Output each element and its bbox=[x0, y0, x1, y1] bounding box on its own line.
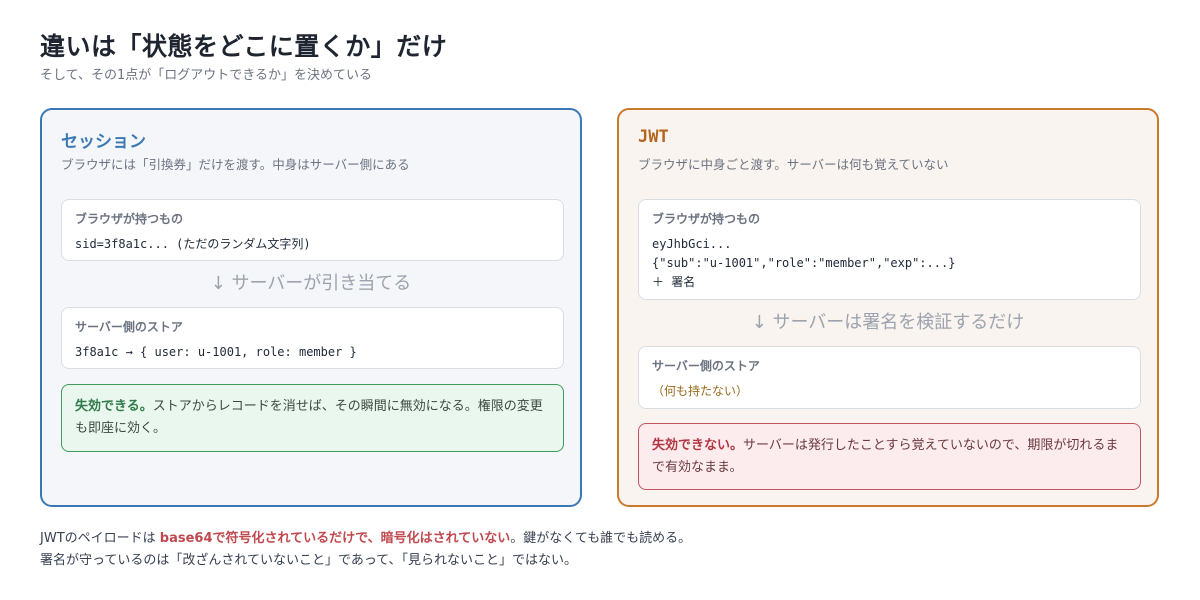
session-panel: セッション ブラウザには「引換券」だけを渡す。中身はサーバー側にある ブラウザが… bbox=[40, 108, 582, 507]
session-arrow: ↓ サーバーが引き当てる bbox=[210, 273, 412, 294]
footer-line1-b: 。鍵がなくても誰でも読める。 bbox=[510, 531, 692, 546]
jwt-panel: JWT ブラウザに中身ごと渡す。サーバーは何も覚えていない ブラウザが持つもの … bbox=[617, 108, 1159, 507]
footer-line-2: 署名が守っているのは「改ざんされていないこと」であって、「見られないこと」ではな… bbox=[40, 553, 578, 568]
jwt-note-strong: 失効できない。 bbox=[652, 438, 744, 453]
jwt-browser-box: ブラウザが持つもの eyJhbGci... {"sub":"u-1001","r… bbox=[638, 199, 1141, 300]
session-note-strong: 失効できる。 bbox=[75, 399, 153, 414]
jwt-irrevocable-note: 失効できない。サーバーは発行したことすら覚えていないので、期限が切れるまで有効な… bbox=[638, 423, 1141, 490]
jwt-token-signature: ＋ 署名 bbox=[652, 275, 696, 289]
session-store-box: サーバー側のストア 3f8a1c → { user: u-1001, role:… bbox=[61, 307, 564, 369]
jwt-browser-label: ブラウザが持つもの bbox=[652, 212, 761, 226]
session-title: セッション bbox=[61, 132, 146, 152]
jwt-arrow: ↓ サーバーは署名を検証するだけ bbox=[751, 312, 1025, 333]
jwt-store-label: サーバー側のストア bbox=[652, 359, 760, 373]
session-browser-box: ブラウザが持つもの sid=3f8a1c... (ただのランダム文字列) bbox=[61, 199, 564, 261]
jwt-token-header: eyJhbGci... bbox=[652, 237, 732, 251]
footer-emphasis: base64で符号化されているだけで、暗号化はされていない bbox=[159, 531, 511, 546]
jwt-title: JWT bbox=[638, 127, 669, 147]
session-revocable-note: 失効できる。ストアからレコードを消せば、その瞬間に無効になる。権限の変更も即座に… bbox=[61, 384, 564, 452]
page-title: 違いは「状態をどこに置くか」だけ bbox=[40, 32, 448, 61]
session-store-value: 3f8a1c → { user: u-1001, role: member } bbox=[75, 345, 357, 359]
footer-line-1: JWTのペイロードは base64で符号化されているだけで、暗号化はされていない… bbox=[40, 528, 691, 550]
session-browser-label: ブラウザが持つもの bbox=[75, 212, 184, 226]
jwt-store-value: （何も持たない） bbox=[652, 384, 749, 398]
jwt-description: ブラウザに中身ごと渡す。サーバーは何も覚えていない bbox=[638, 157, 949, 172]
session-description: ブラウザには「引換券」だけを渡す。中身はサーバー側にある bbox=[61, 157, 410, 172]
session-browser-value: sid=3f8a1c... (ただのランダム文字列) bbox=[75, 237, 311, 251]
footer-line1-a: JWTのペイロードは bbox=[40, 531, 160, 546]
jwt-store-box: サーバー側のストア （何も持たない） bbox=[638, 346, 1141, 409]
page-subtitle: そして、その1点が「ログアウトできるか」を決めている bbox=[40, 68, 372, 83]
session-store-label: サーバー側のストア bbox=[75, 320, 183, 334]
jwt-token-payload: {"sub":"u-1001","role":"member","exp":..… bbox=[652, 256, 956, 270]
footer-note: JWTのペイロードは base64で符号化されているだけで、暗号化はされていない… bbox=[40, 528, 691, 572]
